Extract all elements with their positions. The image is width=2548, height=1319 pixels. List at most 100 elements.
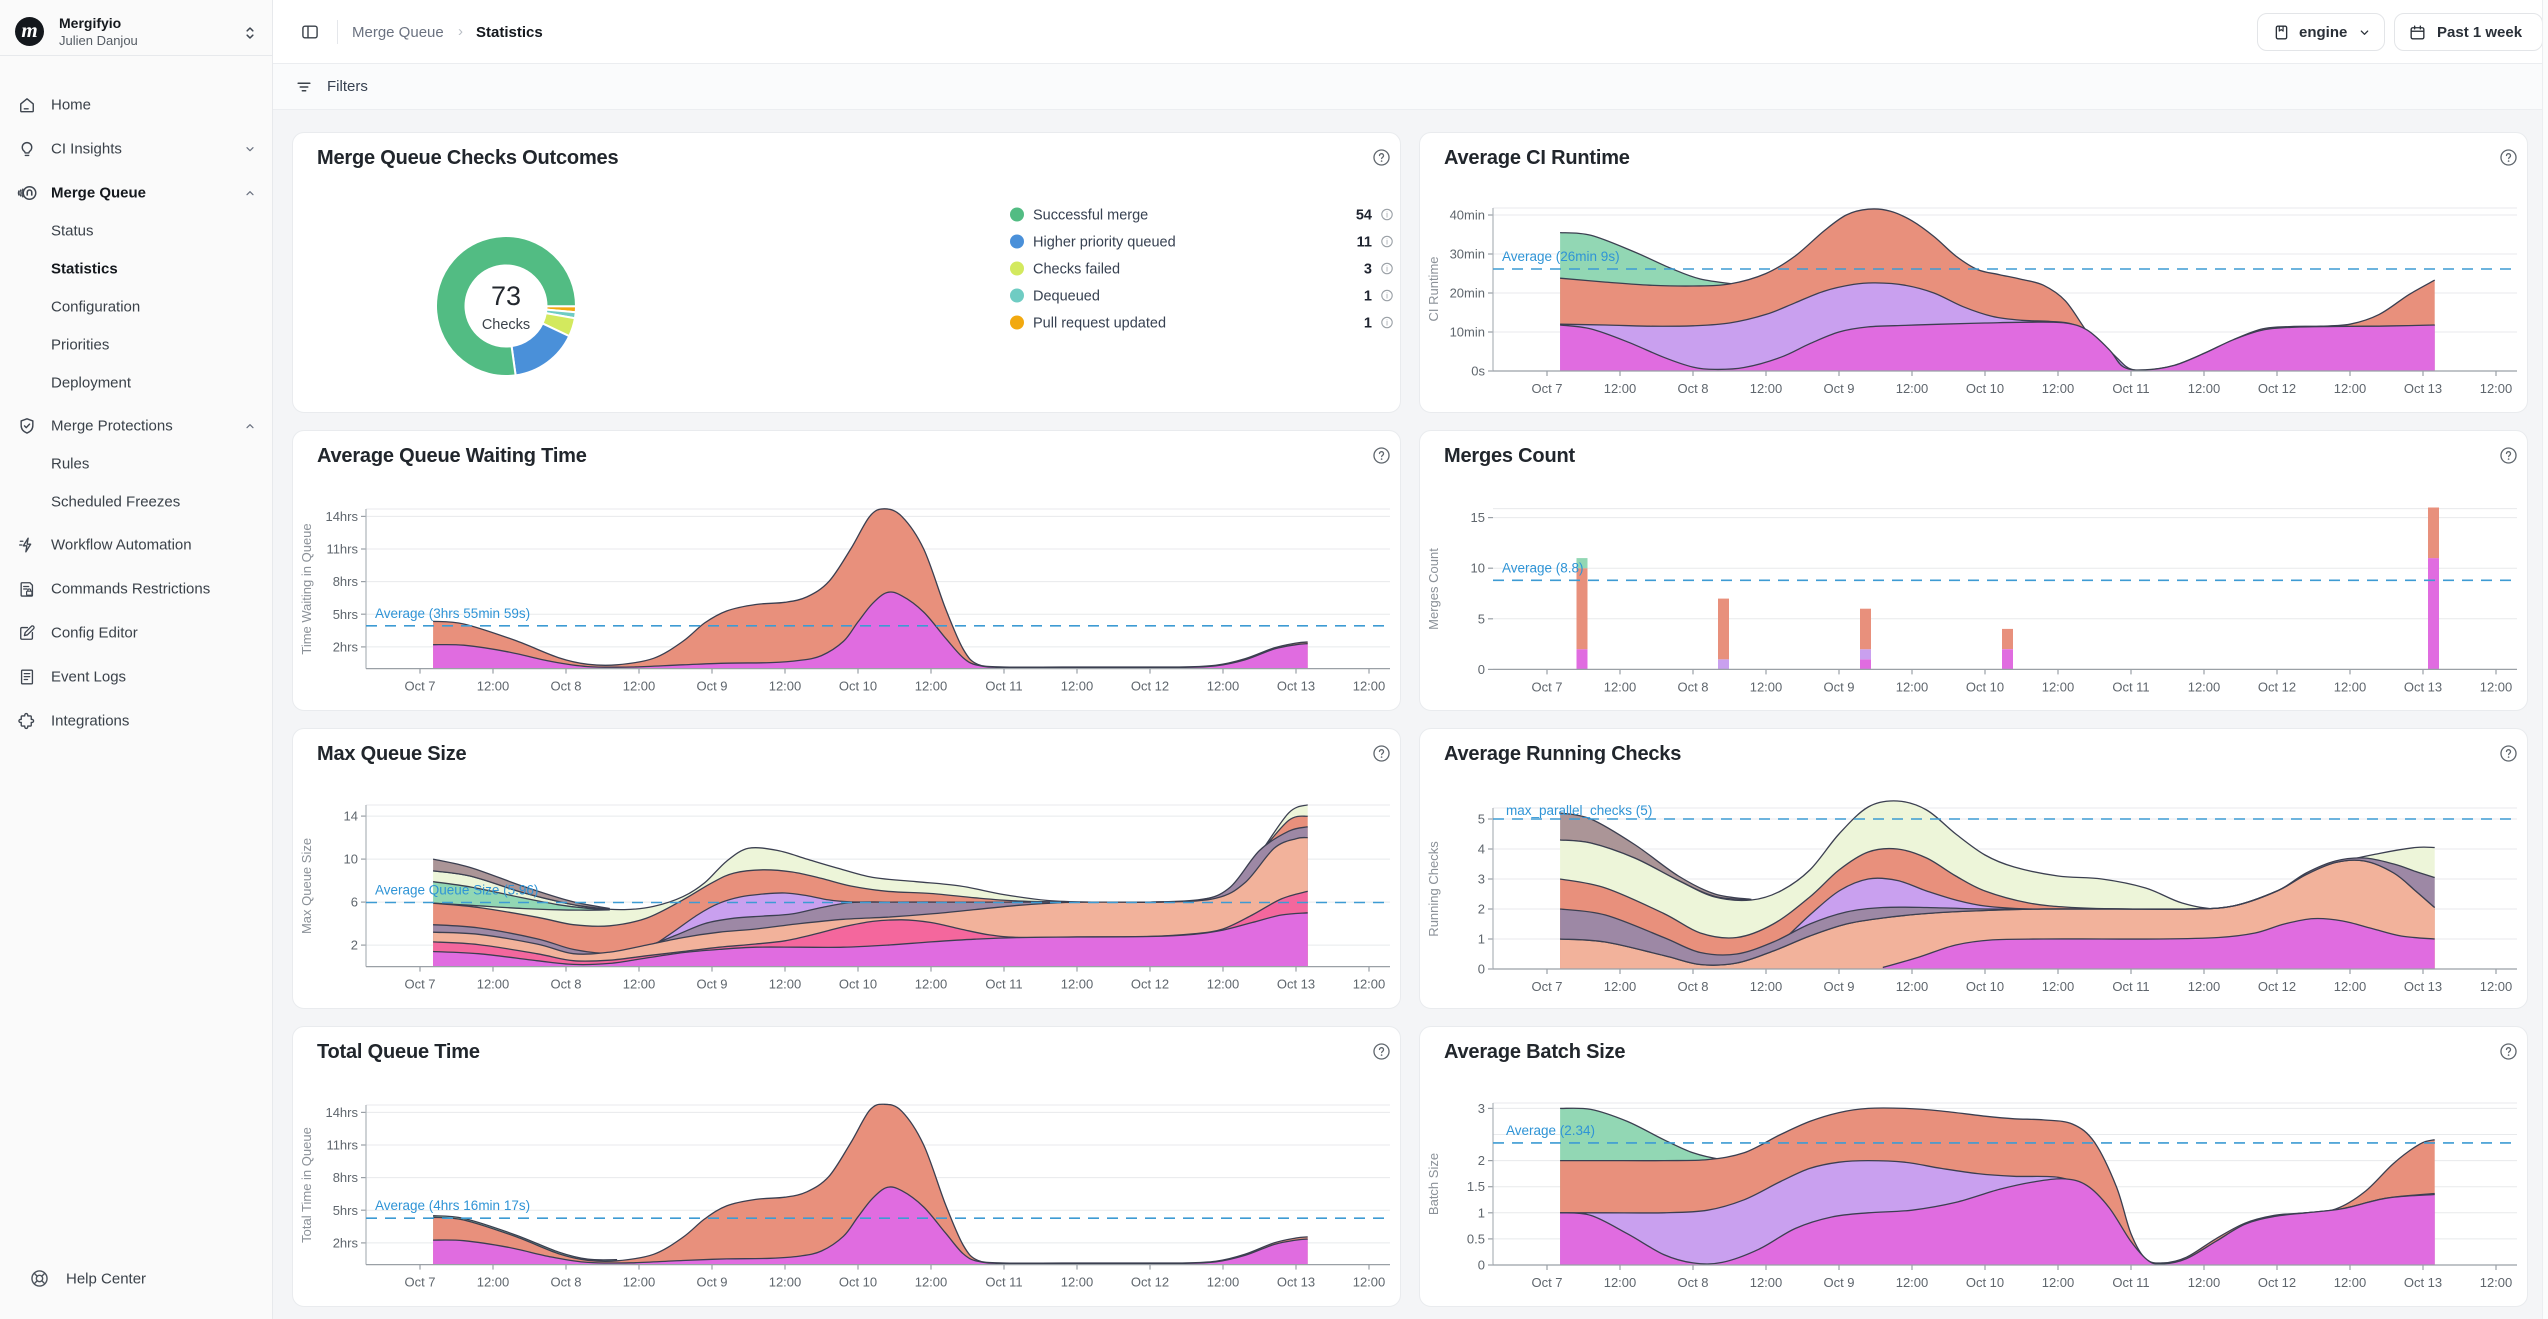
svg-text:12:00: 12:00 (1896, 381, 1929, 396)
svg-text:Oct 10: Oct 10 (1966, 679, 2004, 694)
svg-text:Oct 10: Oct 10 (1966, 381, 2004, 396)
svg-text:i: i (1386, 211, 1388, 220)
svg-text:12:00: 12:00 (1353, 1275, 1386, 1290)
svg-text:Oct 12: Oct 12 (1131, 1275, 1169, 1290)
svg-text:Oct 7: Oct 7 (1531, 1275, 1562, 1290)
svg-text:Oct 9: Oct 9 (696, 1275, 727, 1290)
svg-text:Max Queue Size: Max Queue Size (299, 838, 314, 934)
svg-text:Checks failed: Checks failed (1033, 262, 1120, 278)
svg-text:CI Runtime: CI Runtime (1426, 256, 1441, 321)
svg-text:12:00: 12:00 (2188, 979, 2221, 994)
svg-text:12:00: 12:00 (1750, 679, 1783, 694)
svg-text:2: 2 (1478, 1153, 1485, 1168)
svg-text:12:00: 12:00 (2334, 679, 2367, 694)
svg-text:12:00: 12:00 (915, 679, 948, 694)
svg-text:Average (4hrs 16min 17s): Average (4hrs 16min 17s) (375, 1198, 530, 1213)
svg-text:20min: 20min (1450, 286, 1485, 301)
svg-text:0: 0 (1478, 962, 1485, 977)
svg-text:Oct 11: Oct 11 (2112, 381, 2149, 396)
svg-text:Oct 7: Oct 7 (404, 679, 435, 694)
svg-text:0s: 0s (1471, 364, 1485, 379)
svg-text:12:00: 12:00 (2480, 979, 2513, 994)
svg-text:Oct 13: Oct 13 (1277, 679, 1315, 694)
svg-text:Oct 7: Oct 7 (404, 1275, 435, 1290)
svg-text:Higher priority queued: Higher priority queued (1033, 235, 1176, 251)
svg-text:30min: 30min (1450, 247, 1485, 262)
svg-text:0: 0 (1478, 662, 1485, 677)
svg-text:12:00: 12:00 (2042, 679, 2075, 694)
svg-text:12:00: 12:00 (769, 977, 802, 992)
svg-text:12:00: 12:00 (2334, 381, 2367, 396)
svg-text:1: 1 (1364, 289, 1372, 305)
svg-text:14hrs: 14hrs (325, 509, 358, 524)
svg-text:5hrs: 5hrs (333, 1203, 359, 1218)
svg-text:12:00: 12:00 (1207, 977, 1240, 992)
svg-text:Oct 10: Oct 10 (839, 977, 877, 992)
svg-text:3: 3 (1478, 1101, 1485, 1116)
svg-text:Oct 9: Oct 9 (1823, 679, 1854, 694)
svg-text:Oct 13: Oct 13 (2404, 381, 2442, 396)
svg-text:2hrs: 2hrs (333, 639, 359, 654)
svg-text:12:00: 12:00 (2480, 1275, 2513, 1290)
svg-text:Oct 11: Oct 11 (2112, 1275, 2149, 1290)
svg-text:2: 2 (1478, 902, 1485, 917)
svg-text:Oct 13: Oct 13 (2404, 1275, 2442, 1290)
svg-text:40min: 40min (1450, 208, 1485, 223)
svg-text:10min: 10min (1450, 325, 1485, 340)
svg-text:1: 1 (1364, 316, 1372, 332)
svg-text:Oct 9: Oct 9 (1823, 1275, 1854, 1290)
svg-text:12:00: 12:00 (1353, 977, 1386, 992)
svg-text:10: 10 (1471, 561, 1485, 576)
svg-text:Time Waiting in Queue: Time Waiting in Queue (299, 523, 314, 654)
svg-text:12:00: 12:00 (1604, 381, 1637, 396)
svg-text:12:00: 12:00 (2334, 1275, 2367, 1290)
svg-text:Oct 10: Oct 10 (839, 1275, 877, 1290)
svg-text:Checks: Checks (482, 317, 530, 333)
svg-text:Average (26min 9s): Average (26min 9s) (1502, 249, 1620, 264)
svg-text:12:00: 12:00 (2042, 979, 2075, 994)
svg-text:12:00: 12:00 (1896, 679, 1929, 694)
svg-text:14hrs: 14hrs (325, 1105, 358, 1120)
svg-text:Oct 11: Oct 11 (985, 977, 1022, 992)
svg-text:Oct 13: Oct 13 (2404, 679, 2442, 694)
svg-text:12:00: 12:00 (769, 679, 802, 694)
svg-text:i: i (1386, 292, 1388, 301)
svg-text:12:00: 12:00 (1750, 381, 1783, 396)
svg-text:Dequeued: Dequeued (1033, 289, 1100, 305)
svg-text:Oct 11: Oct 11 (2112, 979, 2149, 994)
svg-text:12:00: 12:00 (623, 679, 656, 694)
svg-text:11: 11 (1357, 235, 1372, 251)
svg-text:1: 1 (1478, 1205, 1485, 1220)
svg-text:Oct 8: Oct 8 (1677, 1275, 1708, 1290)
svg-text:12:00: 12:00 (2188, 1275, 2221, 1290)
svg-text:Oct 9: Oct 9 (1823, 979, 1854, 994)
svg-text:12:00: 12:00 (1896, 979, 1929, 994)
svg-text:max_parallel_checks (5): max_parallel_checks (5) (1506, 803, 1652, 818)
svg-text:1.5: 1.5 (1467, 1179, 1485, 1194)
svg-text:i: i (1386, 319, 1388, 328)
svg-text:2hrs: 2hrs (333, 1235, 359, 1250)
svg-text:Oct 11: Oct 11 (985, 679, 1022, 694)
svg-text:11hrs: 11hrs (326, 542, 358, 557)
svg-text:Total Time in Queue: Total Time in Queue (299, 1127, 314, 1243)
svg-text:Oct 13: Oct 13 (1277, 1275, 1315, 1290)
svg-text:12:00: 12:00 (2042, 1275, 2075, 1290)
svg-text:Oct 7: Oct 7 (1531, 381, 1562, 396)
svg-text:Oct 10: Oct 10 (1966, 979, 2004, 994)
svg-text:5: 5 (1478, 611, 1485, 626)
svg-text:Oct 7: Oct 7 (1531, 979, 1562, 994)
svg-text:Average (2.34): Average (2.34) (1506, 1123, 1595, 1138)
svg-text:Oct 12: Oct 12 (1131, 679, 1169, 694)
svg-text:8hrs: 8hrs (333, 574, 359, 589)
svg-text:3: 3 (1478, 872, 1485, 887)
svg-text:12:00: 12:00 (477, 679, 510, 694)
svg-text:5hrs: 5hrs (333, 607, 359, 622)
svg-text:Oct 8: Oct 8 (550, 1275, 581, 1290)
svg-text:0.5: 0.5 (1467, 1231, 1485, 1246)
svg-text:10: 10 (344, 852, 358, 867)
svg-text:12:00: 12:00 (1750, 979, 1783, 994)
svg-text:Merges Count: Merges Count (1426, 548, 1441, 630)
svg-text:12:00: 12:00 (1896, 1275, 1929, 1290)
svg-text:Pull request updated: Pull request updated (1033, 316, 1166, 332)
svg-text:12:00: 12:00 (1207, 679, 1240, 694)
